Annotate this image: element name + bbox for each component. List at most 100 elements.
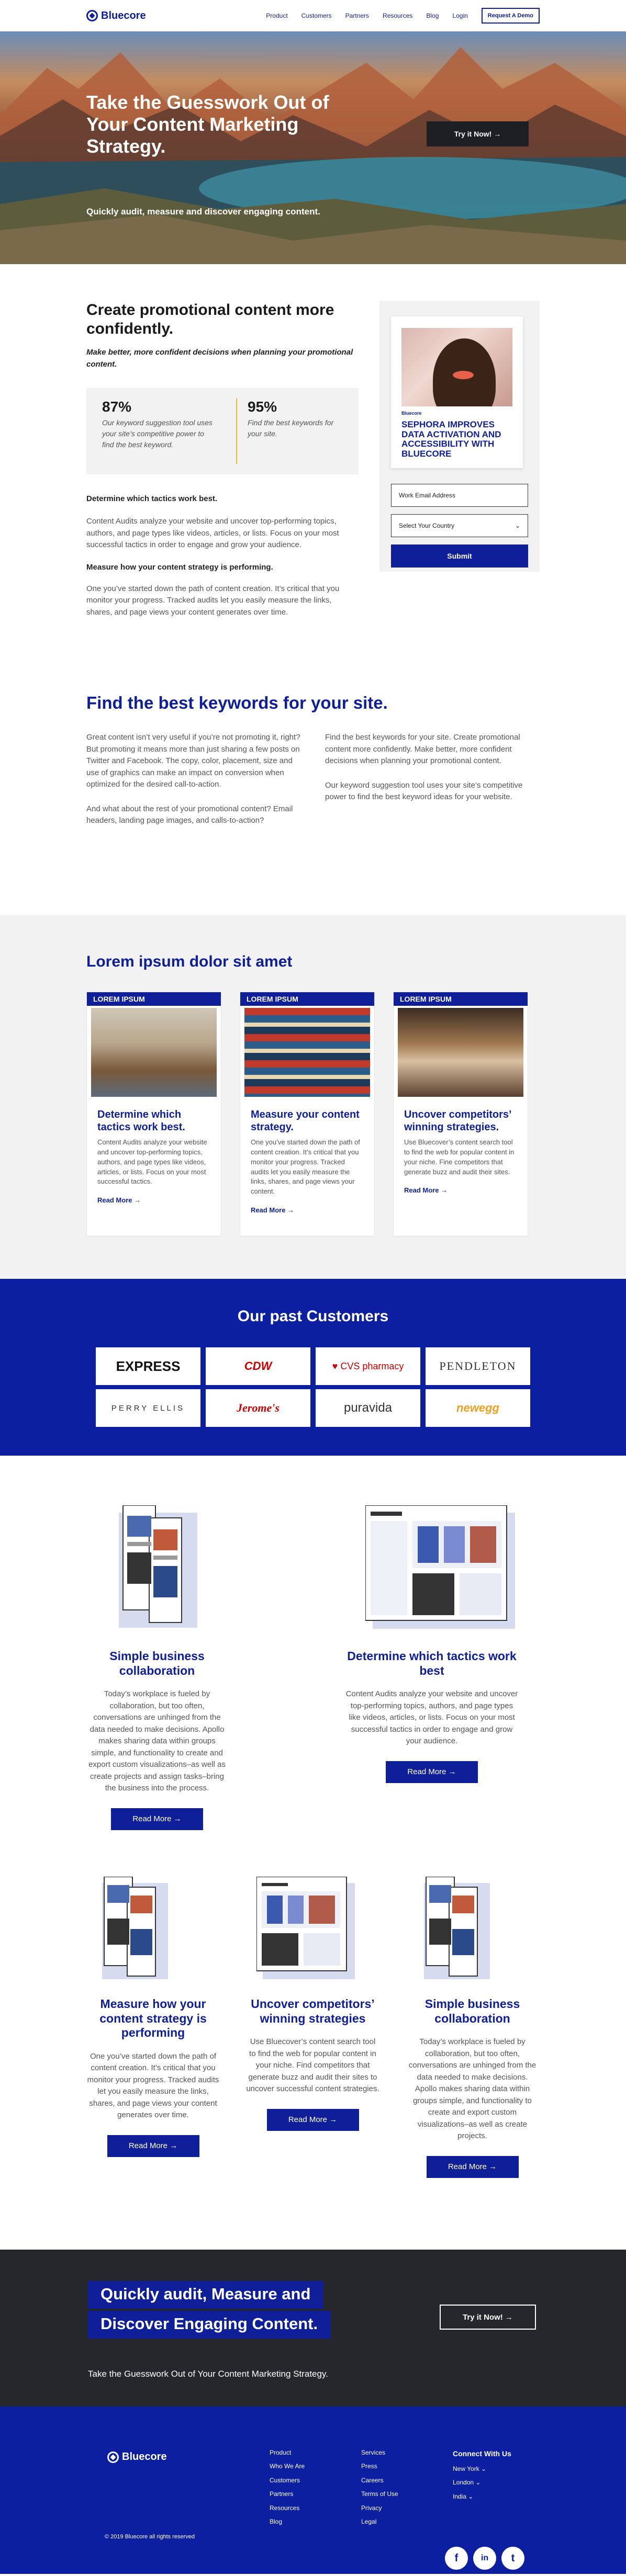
linkedin-icon[interactable]: in <box>473 2547 496 2570</box>
article-card[interactable]: LOREM IPSUM Determine which tactics work… <box>86 992 221 1236</box>
intro-lede: Make better, more confident decisions wh… <box>86 348 353 369</box>
footer-link-product[interactable]: Product <box>270 2449 291 2456</box>
keywords-right-para: Find the best keywords for your site. Cr… <box>325 733 520 765</box>
nav-link-resources[interactable]: Resources <box>383 12 412 19</box>
card-text: One you’ve started down the path of cont… <box>251 1138 360 1196</box>
logo-puravida: puravida <box>316 1389 420 1427</box>
nav-link-login[interactable]: Login <box>452 12 467 19</box>
footer-logo[interactable]: Bluecore <box>107 2451 167 2463</box>
read-more-button[interactable]: Read More → <box>107 2135 199 2157</box>
country-select[interactable]: Select Your Country ⌄ <box>391 514 528 537</box>
intro-section: Create promotional content more confiden… <box>0 264 626 693</box>
footer: Bluecore Product Who We Are Customers Pa… <box>0 2407 626 2574</box>
footer-link-customers[interactable]: Customers <box>270 2477 300 2484</box>
customers-title: Our past Customers <box>237 1308 389 1325</box>
feature-text: Use Bluecover’s content search tool to f… <box>246 2037 379 2094</box>
logo-text: Bluecore <box>101 9 146 21</box>
footer-links-col-1: Product Who We Are Customers Partners Re… <box>270 2446 305 2528</box>
card-title: Measure your content strategy. <box>251 1109 360 1133</box>
nav-links: Product Customers Partners Resources Blo… <box>266 8 540 24</box>
location-dropdown-london[interactable]: London ⌄ <box>453 2476 511 2489</box>
features-section: Simple business collaboration Today’s wo… <box>0 1456 626 2250</box>
customers-section: Our past Customers EXPRESS CDW ♥ CVS pha… <box>0 1279 626 1456</box>
hero-title: Take the Guesswork Out of Your Content M… <box>86 92 329 157</box>
ebook-cover: Bluecore SEPHORA IMPROVES DATA ACTIVATIO… <box>391 316 523 468</box>
nav-link-blog[interactable]: Blog <box>426 12 439 19</box>
feature-block: Uncover competitors’ winning strategies … <box>246 1997 379 2131</box>
email-field[interactable]: Work Email Address <box>391 484 528 507</box>
dashboard-mockup-illustration <box>365 1505 515 1629</box>
card-text: Content Audits analyze your website and … <box>97 1138 207 1186</box>
keywords-title: Find the best keywords for your site. <box>86 693 388 712</box>
feature-title: Simple business collaboration <box>424 1997 520 2025</box>
customer-logo-grid: EXPRESS CDW ♥ CVS pharmacy PENDLETON PER… <box>96 1347 530 1427</box>
intro-title: Create promotional content more confiden… <box>86 301 334 337</box>
read-more-button[interactable]: Read More → <box>386 1761 478 1783</box>
social-links: f in t <box>445 2547 524 2570</box>
footer-link-terms[interactable]: Terms of Use <box>361 2490 398 2498</box>
article-card[interactable]: LOREM IPSUM Uncover competitors’ winning… <box>393 992 528 1236</box>
request-demo-button[interactable]: Request A Demo <box>481 8 540 24</box>
intro-para-tactics: Content Audits analyze your website and … <box>86 517 339 549</box>
location-dropdown-india[interactable]: India ⌄ <box>453 2490 511 2503</box>
download-form: Bluecore SEPHORA IMPROVES DATA ACTIVATIO… <box>379 301 540 572</box>
bluecore-logo-icon <box>86 10 98 21</box>
chevron-down-icon: ⌄ <box>468 2492 474 2500</box>
read-more-button[interactable]: Read More → <box>426 2155 519 2178</box>
magazine-mockup-illustration <box>119 1505 197 1628</box>
cta-banner: Quickly audit, Measure and Discover Enga… <box>0 2250 626 2407</box>
twitter-icon[interactable]: t <box>501 2547 524 2570</box>
email-placeholder: Work Email Address <box>399 492 455 499</box>
facebook-icon[interactable]: f <box>445 2547 468 2570</box>
read-more-link[interactable]: Read More → <box>97 1196 210 1204</box>
footer-link-who-we-are[interactable]: Who We Are <box>270 2462 305 2470</box>
footer-connect: Connect With Us New York ⌄ London ⌄ Indi… <box>453 2446 511 2503</box>
keywords-section: Find the best keywords for your site. Gr… <box>0 693 626 915</box>
feature-title: Determine which tactics work best <box>347 1649 517 1677</box>
nav-link-product[interactable]: Product <box>266 12 287 19</box>
heart-icon: ♥ <box>332 1360 338 1371</box>
submit-button[interactable]: Submit <box>391 544 528 568</box>
keywords-right-para: Our keyword suggestion tool uses your si… <box>325 780 523 802</box>
feature-block: Measure how your content strategy is per… <box>86 1997 220 2157</box>
copyright: © 2019 Bluecore all rights reserved <box>105 2534 195 2540</box>
keywords-left-column: Great content isn’t very useful if you’r… <box>86 732 301 827</box>
read-more-button[interactable]: Read More → <box>266 2108 359 2131</box>
feature-title: Uncover competitors’ winning strategies <box>251 1997 375 2025</box>
read-more-link[interactable]: Read More → <box>251 1206 364 1214</box>
article-card[interactable]: LOREM IPSUM Measure your content strateg… <box>240 992 375 1236</box>
logo-cvs: ♥ CVS pharmacy <box>316 1347 420 1385</box>
nav-link-customers[interactable]: Customers <box>301 12 332 19</box>
footer-logo-text: Bluecore <box>122 2451 167 2462</box>
footer-link-press[interactable]: Press <box>361 2462 377 2470</box>
footer-link-careers[interactable]: Careers <box>361 2477 384 2484</box>
card-tag: LOREM IPSUM <box>394 992 528 1006</box>
read-more-button[interactable]: Read More → <box>111 1808 203 1830</box>
footer-link-privacy[interactable]: Privacy <box>361 2504 382 2512</box>
logo-jeromes: Jerome's <box>206 1389 310 1427</box>
logo[interactable]: Bluecore <box>86 10 146 22</box>
cta-headline-line: Quickly audit, Measure and <box>88 2281 323 2309</box>
card-text: Use Bluecover’s content search tool to f… <box>404 1138 515 1176</box>
footer-link-blog[interactable]: Blog <box>270 2518 282 2525</box>
footer-link-services[interactable]: Services <box>361 2449 385 2456</box>
stats-box: 87% Our keyword suggestion tool uses you… <box>86 388 359 474</box>
location-label: India <box>453 2492 467 2500</box>
cta-headline: Quickly audit, Measure and Discover Enga… <box>88 2281 331 2339</box>
footer-link-partners[interactable]: Partners <box>270 2490 293 2498</box>
cta-try-now-button[interactable]: Try it Now! → <box>440 2305 536 2330</box>
logo-cdw: CDW <box>206 1347 310 1385</box>
ebook-brand: Bluecore <box>401 411 422 416</box>
keywords-right-column: Find the best keywords for your site. Cr… <box>325 732 540 827</box>
location-label: New York <box>453 2465 479 2472</box>
hero-try-now-button[interactable]: Try it Now! → <box>427 121 529 146</box>
location-dropdown-new-york[interactable]: New York ⌄ <box>453 2462 511 2476</box>
read-more-link[interactable]: Read More → <box>404 1186 517 1194</box>
nav-link-partners[interactable]: Partners <box>345 12 369 19</box>
stat-value: 95% <box>248 399 277 415</box>
footer-link-resources[interactable]: Resources <box>270 2504 299 2512</box>
logo-express: EXPRESS <box>96 1347 200 1385</box>
footer-link-legal[interactable]: Legal <box>361 2518 376 2525</box>
hero-banner: Take the Guesswork Out of Your Content M… <box>0 31 626 264</box>
feature-title: Simple business collaboration <box>109 1649 205 1677</box>
